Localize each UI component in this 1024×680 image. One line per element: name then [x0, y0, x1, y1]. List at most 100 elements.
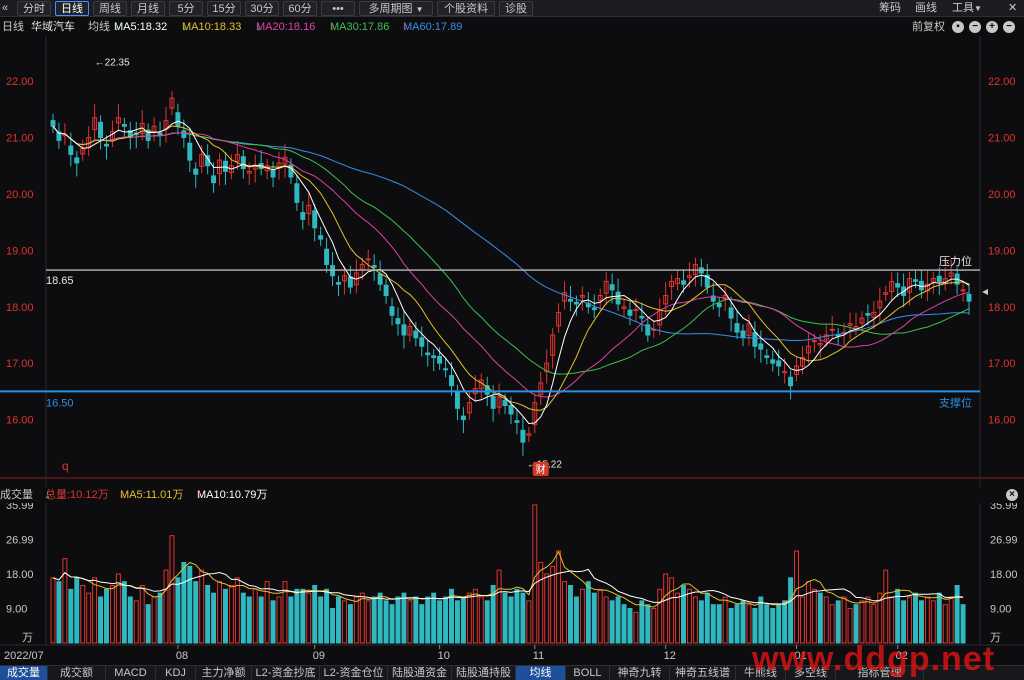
close-icon[interactable]: ✕ [1008, 1, 1017, 16]
volume-bar [240, 592, 246, 644]
chips-button[interactable]: 筹码 [879, 1, 901, 16]
volume-bar [609, 600, 615, 644]
top-toolbar: « 分时 日线 周线 月线 5分 15分 30分 60分 ••• 多周期图 ▼ … [0, 0, 1024, 17]
tab-intraday[interactable]: 分时 [17, 1, 51, 16]
indicator-tab[interactable]: 成交量 [0, 666, 48, 680]
volume-bar [300, 588, 306, 644]
volume-bar [960, 604, 966, 644]
indicator-tab[interactable]: MACD [106, 666, 156, 680]
volume-bar [853, 604, 859, 644]
volume-bar [568, 585, 573, 644]
volume-bar [223, 588, 228, 644]
tab-60min[interactable]: 60分 [283, 1, 317, 16]
candle-body [752, 332, 758, 347]
zoom-in-icon[interactable]: + [986, 21, 998, 33]
multi-period-dropdown[interactable]: 多周期图 ▼ [359, 1, 433, 16]
volume-bar [145, 604, 151, 644]
volume-bar [835, 600, 841, 644]
indicator-tab[interactable]: 陆股通持股 [452, 666, 516, 680]
volume-bar [811, 588, 817, 644]
x-axis-label: 2022/07 [4, 650, 44, 662]
volume-bar [538, 562, 544, 644]
indicator-tab[interactable]: L2-资金抄底 [252, 666, 320, 680]
q-marker: q [62, 459, 69, 473]
diagnose-button[interactable]: 诊股 [499, 1, 533, 16]
volume-bar [389, 604, 395, 644]
indicator-tab[interactable]: 成交额 [48, 666, 106, 680]
volume-bar [276, 596, 282, 644]
tools-button[interactable]: 工具▼ [952, 1, 982, 16]
price-tick-left: 19.00 [6, 245, 34, 257]
volume-bar [502, 592, 508, 644]
indicator-tab[interactable]: 陆股通资金 [388, 666, 452, 680]
volume-bar [591, 592, 597, 644]
indicator-tab[interactable]: BOLL [566, 666, 610, 680]
adjust-mode[interactable]: 前复权 [912, 19, 945, 35]
resistance-value: 18.65 [46, 275, 74, 287]
draw-line-button[interactable]: 画线 [915, 1, 937, 16]
ma-label[interactable]: 均线 [88, 19, 110, 35]
candle-body [68, 145, 74, 155]
more-periods-button[interactable]: ••• [321, 1, 355, 16]
period-label: 日线 [2, 21, 24, 33]
volume-bar [228, 585, 234, 644]
tab-monthly[interactable]: 月线 [131, 1, 165, 16]
volume-tick-right: 18.00 [990, 569, 1018, 581]
candle-body [514, 420, 520, 423]
volume-bar [692, 596, 698, 644]
volume-bar [324, 588, 330, 644]
x-axis-label: 11 [533, 650, 544, 662]
volume-bar [871, 604, 877, 644]
volume-bar [859, 600, 865, 644]
volume-bar [585, 581, 591, 644]
tab-weekly[interactable]: 周线 [93, 1, 127, 16]
volume-bar [704, 592, 710, 644]
price-tick-right: 18.00 [988, 302, 1016, 314]
back-icon[interactable]: « [2, 1, 14, 16]
indicator-tab[interactable]: KDJ [156, 666, 196, 680]
volume-bar [651, 608, 657, 644]
price-tick-right: 21.00 [988, 133, 1016, 145]
tab-30min[interactable]: 30分 [245, 1, 279, 16]
minimize-icon[interactable]: − [969, 21, 981, 33]
volume-title[interactable]: 成交量 [0, 487, 33, 503]
price-tick-left: 22.00 [6, 76, 34, 88]
volume-bar [56, 581, 62, 644]
volume-bar [532, 504, 538, 644]
volume-bar [157, 592, 163, 644]
tab-15min[interactable]: 15分 [207, 1, 241, 16]
volume-tick-right: 26.99 [990, 535, 1018, 547]
indicator-tab[interactable]: 神奇五线谱 [670, 666, 736, 680]
stock-name[interactable]: 华域汽车 [31, 19, 75, 35]
price-tick-left: 21.00 [6, 133, 34, 145]
candle-body [443, 368, 449, 371]
volume-bar [799, 596, 805, 644]
volume-bar [431, 592, 437, 644]
tab-daily[interactable]: 日线 [55, 1, 89, 16]
current-price-pointer [982, 289, 988, 295]
indicator-tab[interactable]: L2-资金仓位 [320, 666, 388, 680]
stock-info-button[interactable]: 个股资料 [437, 1, 495, 16]
indicator-tab[interactable]: 主力净额 [196, 666, 252, 680]
tab-5min[interactable]: 5分 [169, 1, 203, 16]
zoom-out-icon[interactable]: − [1003, 21, 1015, 33]
volume-bar [657, 588, 663, 644]
candle-body [413, 330, 419, 339]
volume-bar [104, 588, 109, 644]
candle-body [377, 273, 383, 285]
x-axis-label: 08 [176, 650, 188, 662]
indicator-tab[interactable]: 均线 [516, 666, 566, 680]
volume-bar [514, 588, 520, 644]
candle-body [627, 309, 633, 316]
kline-chart[interactable]: 22.00 22.00 21.00 21.00 20.00 20.00 19.00 19.00… [0, 0, 1024, 680]
volume-bar [175, 577, 181, 644]
candle-body [764, 355, 770, 359]
multi-period-label: 多周期图 [368, 3, 413, 15]
volume-bar [478, 596, 484, 644]
close-icon[interactable]: × [1006, 489, 1018, 501]
volume-bar [597, 588, 603, 644]
indicator-tab[interactable]: 神奇九转 [610, 666, 670, 680]
lock-icon[interactable]: ▪ [952, 21, 964, 33]
volume-bar [740, 600, 746, 644]
candle-body [431, 355, 437, 359]
